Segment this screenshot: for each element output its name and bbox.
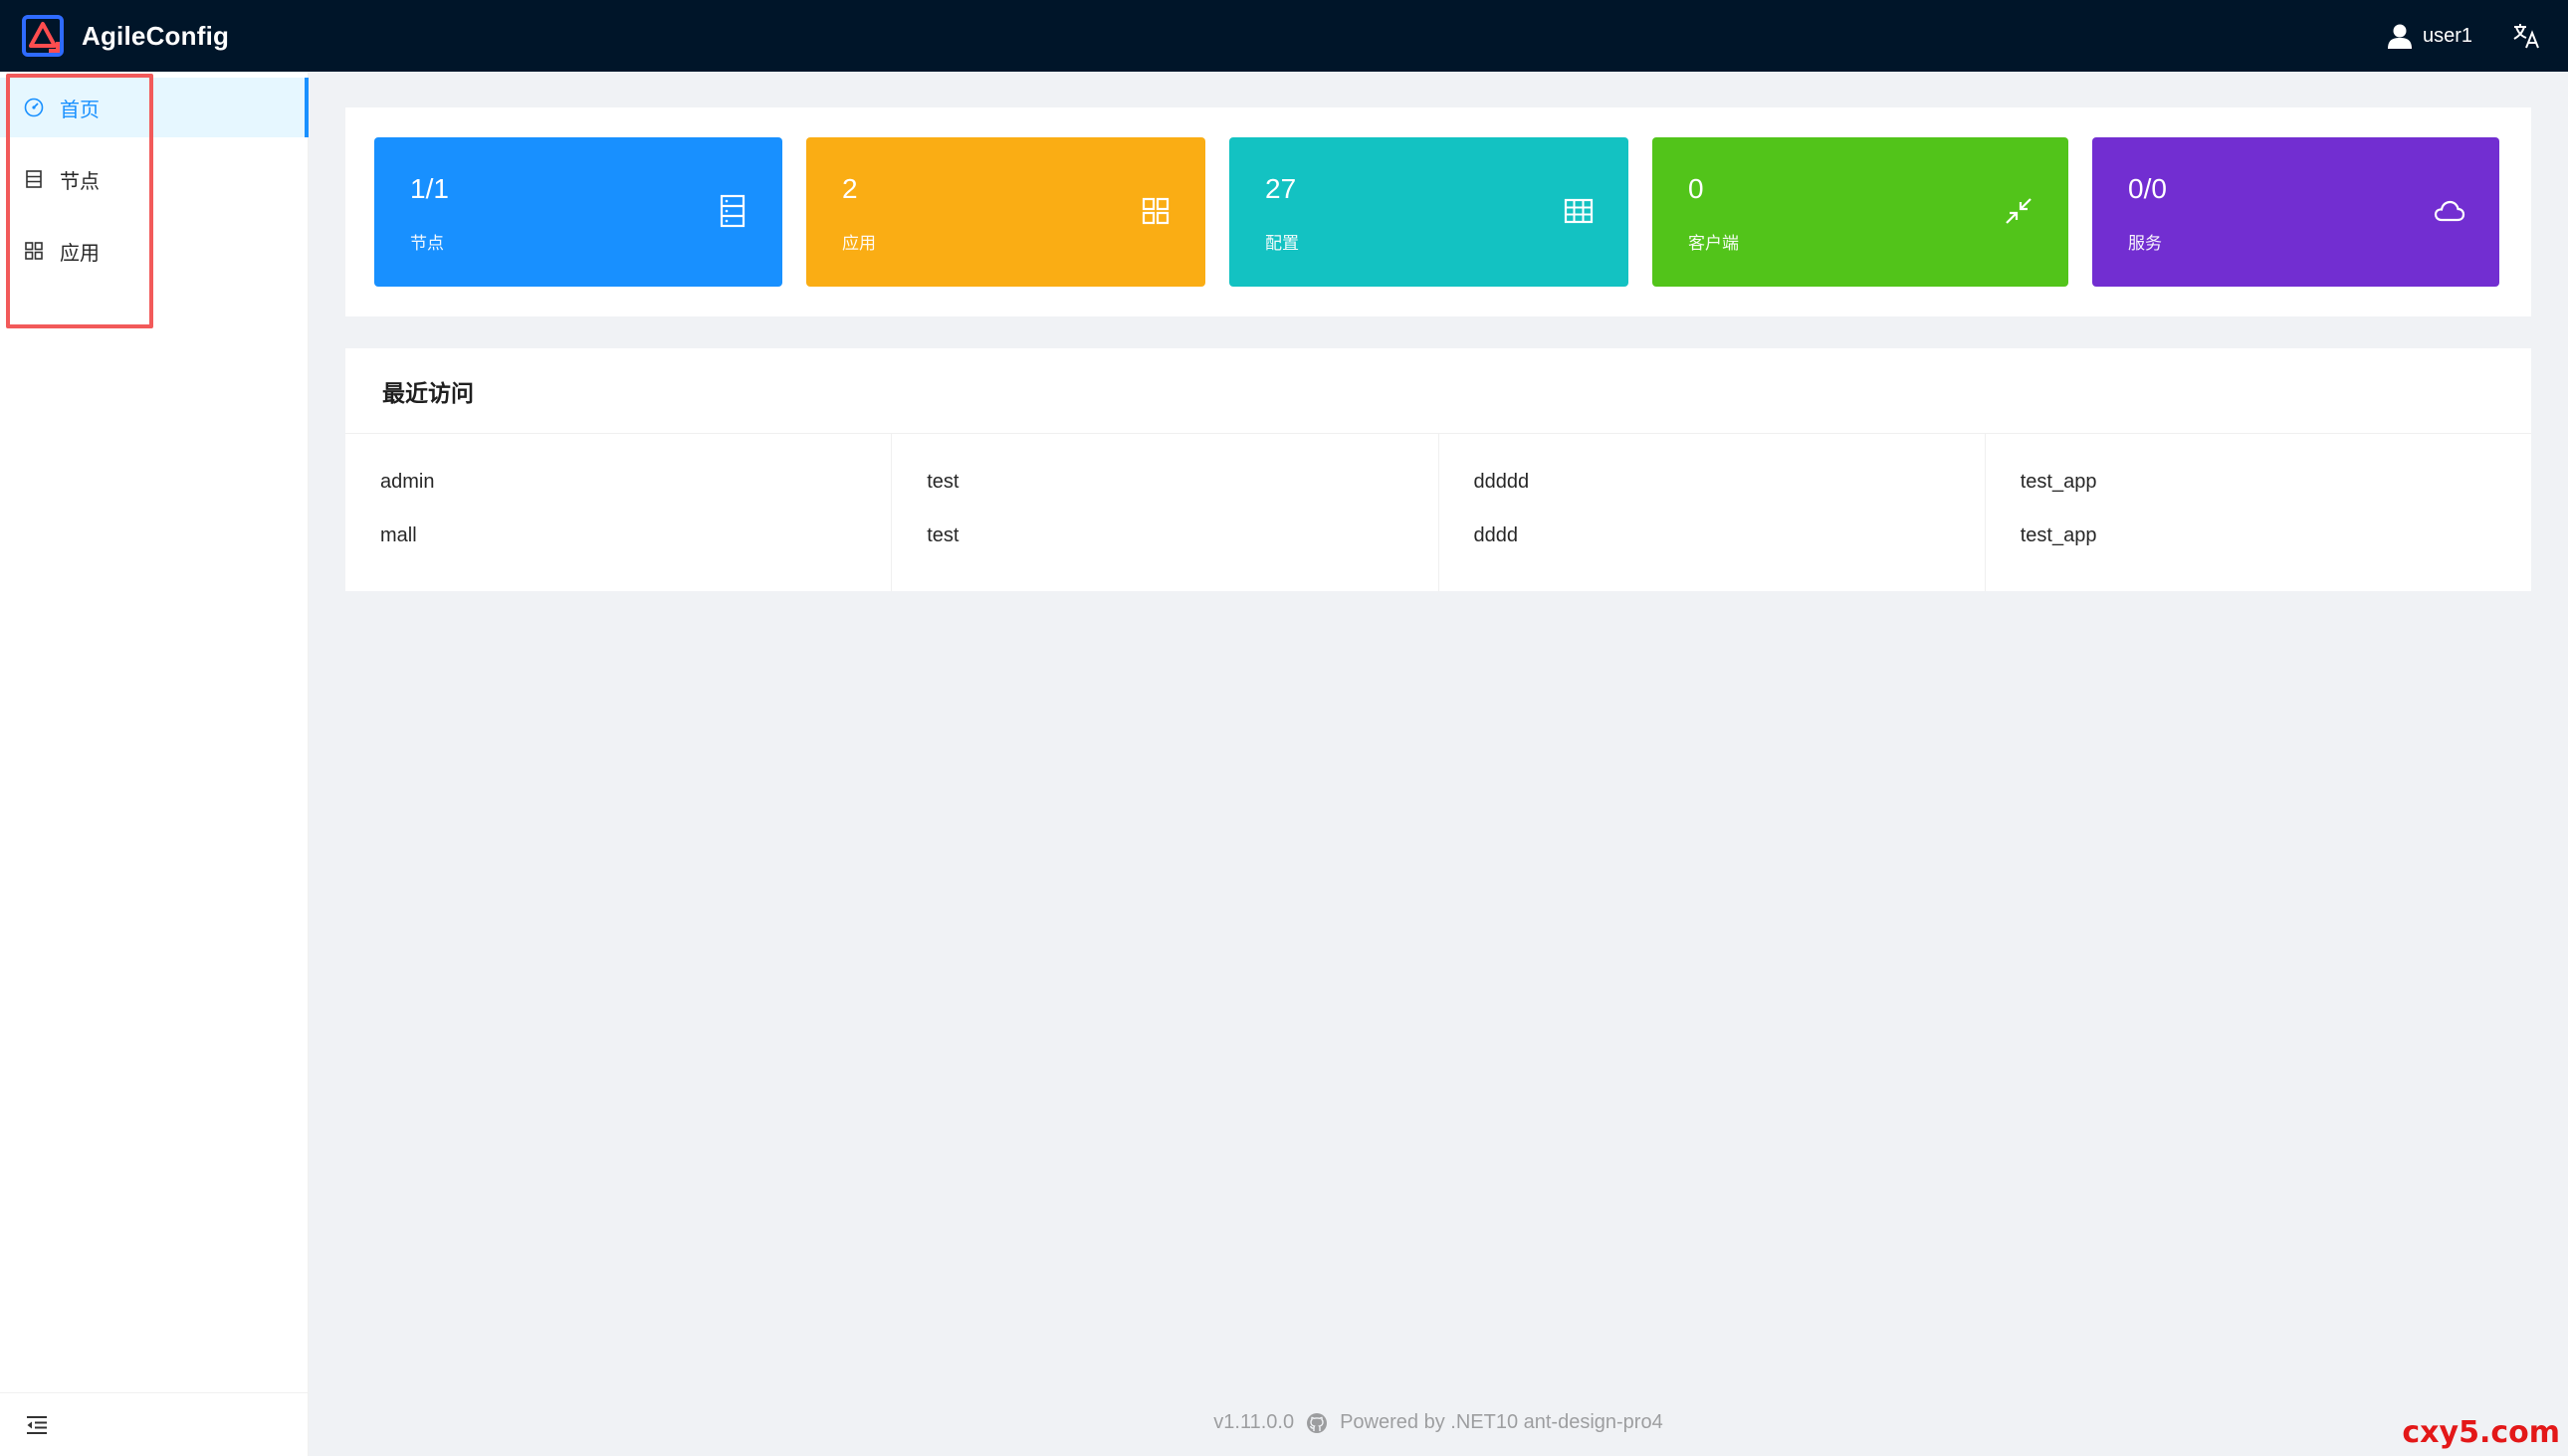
table-icon <box>1561 193 1597 229</box>
sidebar: 首页 节点 应用 <box>0 72 309 1456</box>
top-header: AgileConfig user1 <box>0 0 2568 72</box>
database-icon <box>24 169 44 189</box>
recent-visits-card: 最近访问 admin mall test test ddddd dddd tes… <box>345 348 2531 591</box>
app-root: AgileConfig user1 首页 节点 应用 1/1 节点 2 应用 2… <box>0 0 2568 1456</box>
watermark-text: cxy5.com <box>2402 1415 2560 1450</box>
recent-column: test_app test_app <box>1986 434 2531 591</box>
sidebar-collapse-button[interactable] <box>24 1412 50 1438</box>
stat-label: 配置 <box>1265 234 1299 253</box>
sidebar-footer <box>0 1392 309 1456</box>
recent-link[interactable]: test <box>927 525 1402 579</box>
stat-value: 1/1 <box>410 173 449 204</box>
database-icon <box>715 193 750 229</box>
version-text: v1.11.0.0 <box>1213 1411 1295 1433</box>
user-name: user1 <box>2422 24 2472 47</box>
recent-visits-title: 最近访问 <box>345 348 2531 434</box>
sidebar-item-apps[interactable]: 应用 <box>0 221 309 281</box>
stat-value: 0/0 <box>2128 173 2167 204</box>
sidebar-item-nodes[interactable]: 节点 <box>0 149 309 209</box>
appstore-icon <box>24 241 44 261</box>
menu-fold-icon <box>27 1415 47 1434</box>
dashboard-icon <box>24 98 44 117</box>
stat-label: 节点 <box>410 234 444 253</box>
stat-value: 2 <box>842 173 858 204</box>
cloud-icon <box>2432 193 2467 229</box>
stat-label: 服务 <box>2128 234 2162 253</box>
recent-link[interactable]: test_app <box>2021 525 2496 579</box>
stat-value: 27 <box>1265 173 1297 204</box>
recent-link[interactable]: ddddd <box>1474 472 1950 525</box>
recent-link[interactable]: mall <box>380 525 856 579</box>
recent-column: ddddd dddd <box>1439 434 1986 591</box>
brand-title: AgileConfig <box>82 20 230 51</box>
appstore-icon <box>1138 193 1174 229</box>
recent-link[interactable]: admin <box>380 472 856 525</box>
translation-icon <box>2513 24 2539 49</box>
user-icon <box>2387 24 2412 49</box>
stat-card-services[interactable]: 0/0 服务 <box>2092 137 2499 287</box>
language-switch[interactable] <box>2512 22 2540 50</box>
sidebar-item-label: 节点 <box>60 170 100 193</box>
main-content: 1/1 节点 2 应用 27 配置 0 客户端 0/0 服务 最近访问 admi… <box>345 107 2531 591</box>
recent-column: admin mall <box>345 434 893 591</box>
agileconfig-logo-icon <box>22 15 64 57</box>
sidebar-item-label: 应用 <box>60 242 100 265</box>
page-footer: v1.11.0.0 Powered by .NET10 ant-design-p… <box>309 1411 2568 1434</box>
recent-visits-grid: admin mall test test ddddd dddd test_app… <box>345 434 2531 591</box>
stat-card-configs[interactable]: 27 配置 <box>1229 137 1628 287</box>
stats-panel: 1/1 节点 2 应用 27 配置 0 客户端 0/0 服务 <box>345 107 2531 316</box>
stat-label: 应用 <box>842 234 876 253</box>
header-actions: user1 <box>2387 22 2540 50</box>
recent-link[interactable]: dddd <box>1474 525 1950 579</box>
stat-card-apps[interactable]: 2 应用 <box>806 137 1205 287</box>
sidebar-item-label: 首页 <box>60 99 100 121</box>
stat-card-nodes[interactable]: 1/1 节点 <box>374 137 782 287</box>
sidebar-menu: 首页 节点 应用 <box>0 74 309 328</box>
stat-value: 0 <box>1688 173 1704 204</box>
user-menu[interactable]: user1 <box>2387 23 2472 49</box>
stat-card-clients[interactable]: 0 客户端 <box>1652 137 2068 287</box>
recent-column: test test <box>892 434 1439 591</box>
powered-by-text: Powered by .NET10 ant-design-pro4 <box>1340 1411 1663 1433</box>
recent-link[interactable]: test_app <box>2021 472 2496 525</box>
stat-label: 客户端 <box>1688 234 1739 253</box>
brand[interactable]: AgileConfig <box>22 15 229 57</box>
github-icon[interactable] <box>1306 1412 1328 1434</box>
shrink-icon <box>2001 193 2036 229</box>
recent-link[interactable]: test <box>927 472 1402 525</box>
sidebar-item-home[interactable]: 首页 <box>0 78 309 137</box>
